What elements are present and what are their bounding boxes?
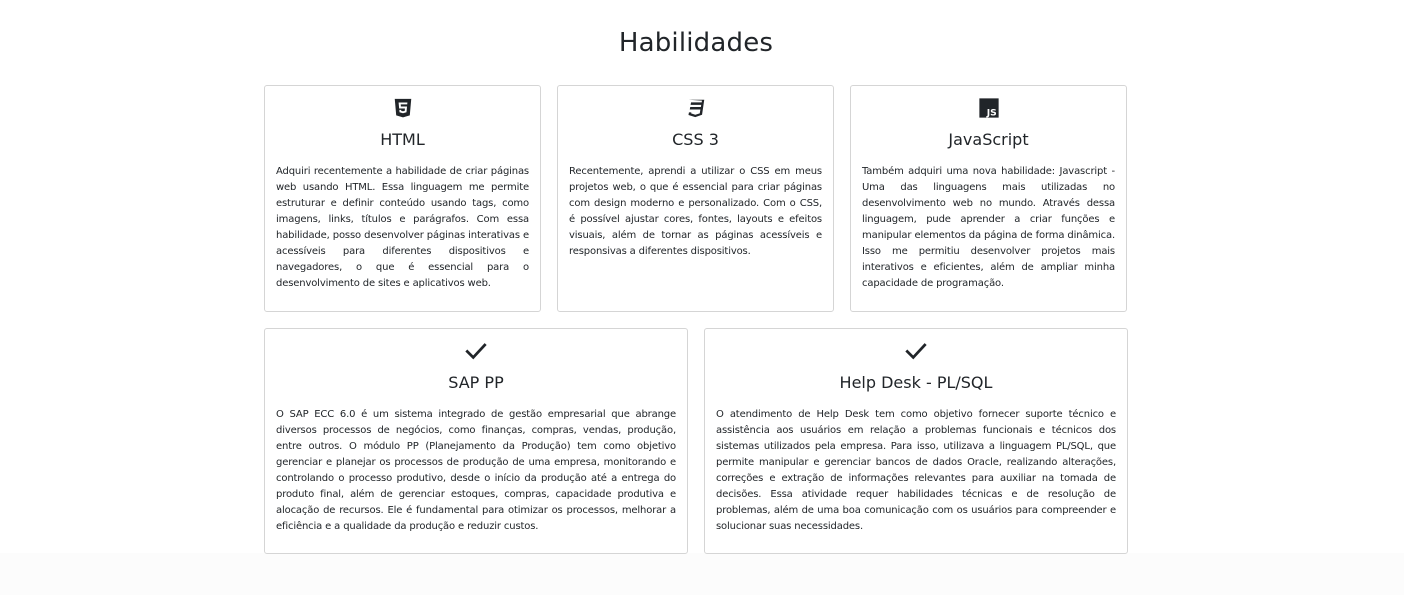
card-description: Adquiri recentemente a habilidade de cri… [276, 166, 529, 289]
javascript-icon: JS [978, 98, 999, 118]
svg-text:JS: JS [985, 107, 996, 118]
card-title: Help Desk - PL/SQL [839, 373, 993, 392]
check-icon [465, 343, 487, 360]
footer-band [0, 553, 1404, 595]
css3-icon [687, 99, 704, 118]
card-description: Também adquiri uma nova habilidade: Java… [862, 166, 1115, 289]
skill-card-html: HTML Adquiri recentemente a habilidade d… [264, 85, 541, 312]
card-title: JavaScript [948, 130, 1029, 149]
skill-card-javascript: JS JavaScript Também adquiri uma nova ha… [850, 85, 1127, 312]
skill-card-help-desk: Help Desk - PL/SQL O atendimento de Help… [704, 328, 1128, 554]
card-description: O SAP ECC 6.0 é um sistema integrado de … [276, 409, 676, 532]
card-title: SAP PP [448, 373, 504, 392]
skills-section: Habilidades HTML Adquiri recentemente a … [0, 0, 1404, 595]
skill-card-css: CSS 3 Recentemente, aprendi a utilizar o… [557, 85, 834, 312]
card-description: Recentemente, aprendi a utilizar o CSS e… [569, 166, 822, 257]
html5-icon [394, 98, 411, 118]
check-icon [905, 343, 927, 360]
card-description: O atendimento de Help Desk tem como obje… [716, 409, 1116, 532]
skill-card-sap-pp: SAP PP O SAP ECC 6.0 é um sistema integr… [264, 328, 688, 554]
card-title: HTML [380, 130, 425, 149]
section-title: Habilidades [618, 28, 774, 58]
card-title: CSS 3 [672, 130, 719, 149]
